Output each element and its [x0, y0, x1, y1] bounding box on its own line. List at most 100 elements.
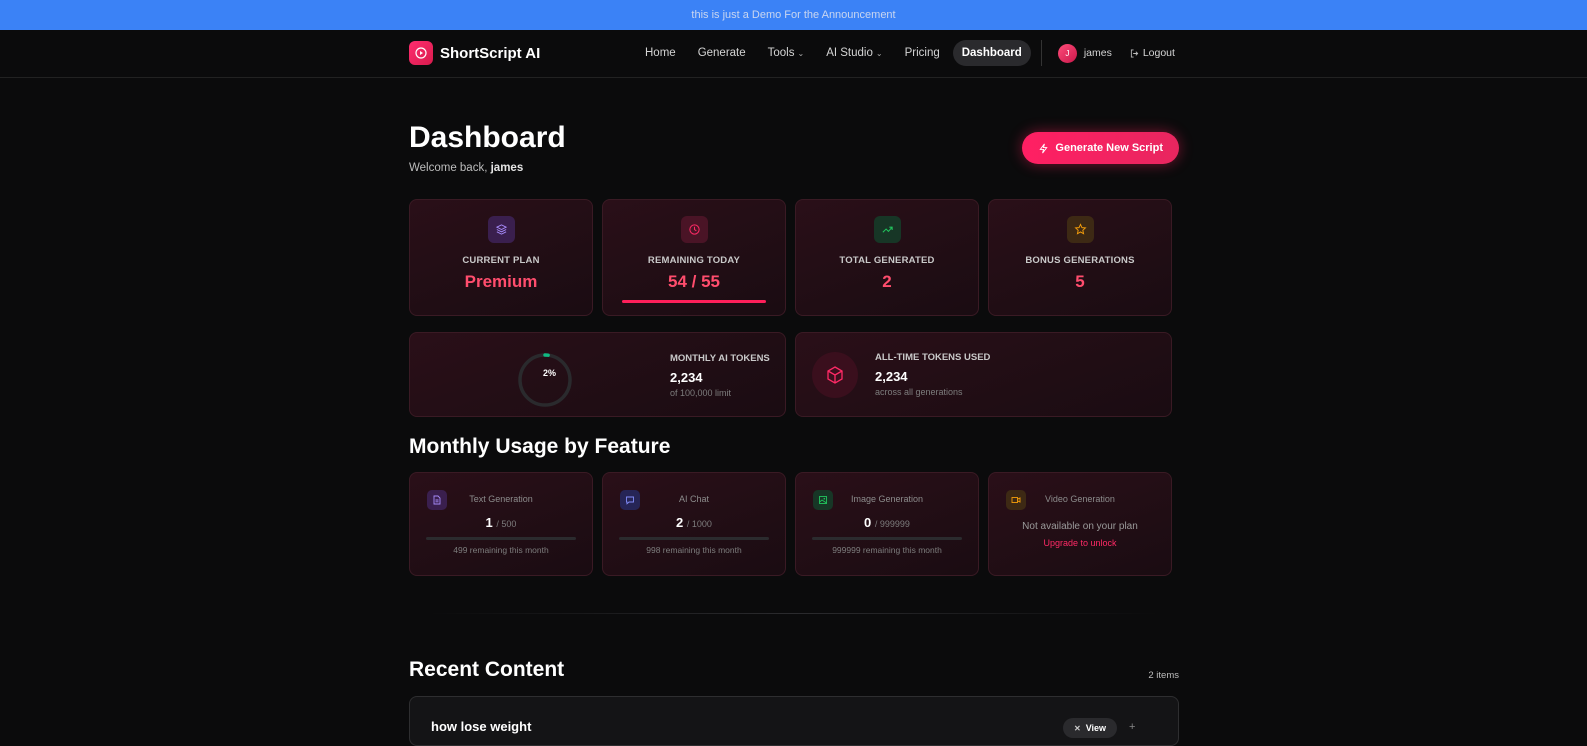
- video-icon: [1006, 490, 1026, 510]
- feature-used: 1: [485, 515, 493, 530]
- usage-heading: Monthly Usage by Feature: [409, 435, 671, 458]
- feature-limit: / 1000: [686, 519, 712, 529]
- star-icon: [1066, 216, 1094, 243]
- stat-card-current-plan: CURRENT PLAN Premium: [409, 199, 593, 316]
- chevron-down-icon: ⌄: [797, 48, 805, 58]
- feature-progress-track: [812, 537, 962, 540]
- nav-tools[interactable]: Tools ⌄: [759, 40, 814, 66]
- stat-label: REMAINING TODAY: [647, 255, 741, 266]
- section-divider: [429, 613, 1159, 614]
- monthly-tokens-label: MONTHLY AI TOKENS: [670, 353, 770, 364]
- feature-remaining: 999999 remaining this month: [832, 545, 942, 555]
- content-title: how lose weight: [431, 719, 532, 734]
- nav-links: Home Generate Tools ⌄ AI Studio ⌄ Pricing …: [636, 40, 1175, 66]
- brand[interactable]: ShortScript AI: [409, 41, 540, 65]
- feature-card-text-generation: Text Generation 1 / 500 499 remaining th…: [409, 472, 593, 576]
- list-item[interactable]: how lose weight ✕ View +: [409, 696, 1179, 746]
- stat-value: 54 / 55: [668, 272, 720, 291]
- play-logo-icon: [409, 41, 433, 65]
- document-icon: [427, 490, 447, 510]
- view-label: View: [1085, 723, 1107, 733]
- logout-button[interactable]: Logout: [1130, 47, 1175, 59]
- stat-value: 2: [882, 272, 892, 291]
- welcome-text: Welcome back, james: [409, 162, 523, 174]
- alltime-tokens-sub: across all generations: [875, 387, 963, 397]
- nav-ai-studio-label: AI Studio: [826, 47, 873, 59]
- alltime-tokens-label: ALL-TIME TOKENS USED: [875, 352, 991, 363]
- monthly-tokens-info: MONTHLY AI TOKENS 2,234 of 100,000 limit: [670, 353, 770, 398]
- recent-count: 2 items: [1148, 670, 1179, 681]
- feature-card-video-generation: Video Generation Not available on your p…: [988, 472, 1172, 576]
- feature-progress-track: [619, 537, 769, 540]
- feature-remaining: 998 remaining this month: [646, 545, 742, 555]
- lightning-icon: [1039, 143, 1049, 153]
- cube-icon: [812, 352, 858, 398]
- stat-label: TOTAL GENERATED: [839, 255, 935, 266]
- stat-label: CURRENT PLAN: [462, 255, 540, 266]
- stat-label: BONUS GENERATIONS: [1025, 255, 1135, 266]
- alltime-tokens-info: ALL-TIME TOKENS USED 2,234 across all ge…: [875, 352, 990, 397]
- trending-up-icon: [873, 216, 901, 243]
- welcome-prefix: Welcome back,: [409, 162, 488, 174]
- generate-button-label: Generate New Script: [1055, 142, 1163, 154]
- top-nav: ShortScript AI Home Generate Tools ⌄ AI S…: [0, 30, 1587, 78]
- stat-card-remaining-today: REMAINING TODAY 54 / 55: [602, 199, 786, 316]
- chat-icon: [620, 490, 640, 510]
- brand-name: ShortScript AI: [440, 44, 541, 62]
- stat-value: Premium: [464, 272, 538, 291]
- monthly-tokens-limit: of 100,000 limit: [670, 388, 732, 398]
- avatar: J: [1057, 43, 1077, 63]
- welcome-name: james: [490, 162, 524, 174]
- tokens-percent-text: 2%: [543, 368, 556, 378]
- nav-tools-label: Tools: [767, 47, 795, 59]
- page-title: Dashboard: [409, 121, 566, 154]
- feature-card-ai-chat: AI Chat 2 / 1000 998 remaining this mont…: [602, 472, 786, 576]
- user-name: james: [1083, 47, 1112, 59]
- feature-used: 2: [676, 515, 684, 530]
- feature-name: Text Generation: [469, 494, 533, 504]
- clock-icon: [680, 216, 708, 243]
- feature-name: AI Chat: [678, 494, 709, 504]
- feature-count: 2 / 1000: [676, 515, 712, 530]
- alltime-tokens-value: 2,234: [875, 369, 908, 384]
- announcement-text: this is just a Demo For the Announcement: [691, 9, 896, 21]
- logout-label: Logout: [1142, 47, 1175, 59]
- feature-count: 0 / 999999: [864, 515, 910, 530]
- feature-name: Video Generation: [1045, 494, 1115, 504]
- feature-remaining: 499 remaining this month: [453, 545, 549, 555]
- feature-limit: / 500: [496, 519, 517, 529]
- image-icon: [813, 490, 833, 510]
- tokens-progress-ring: 2%: [518, 353, 572, 407]
- view-button[interactable]: ✕ View: [1063, 718, 1118, 738]
- logout-icon: [1130, 48, 1139, 58]
- stat-card-bonus-generations: BONUS GENERATIONS 5: [988, 199, 1172, 316]
- stat-value: 5: [1075, 272, 1085, 291]
- user-menu[interactable]: J james: [1052, 43, 1112, 63]
- announcement-bar: this is just a Demo For the Announcement: [0, 0, 1587, 30]
- feature-unavailable: Not available on your plan: [1022, 521, 1138, 532]
- nav-ai-studio[interactable]: AI Studio ⌄: [817, 40, 891, 66]
- layers-icon: [487, 216, 515, 243]
- monthly-tokens-card: 2% MONTHLY AI TOKENS 2,234 of 100,000 li…: [409, 332, 786, 417]
- monthly-tokens-value: 2,234: [670, 370, 703, 385]
- nav-divider: [1040, 40, 1042, 66]
- nav-home[interactable]: Home: [636, 40, 685, 66]
- feature-name: Image Generation: [850, 494, 924, 504]
- chevron-down-icon: ⌄: [875, 48, 883, 58]
- remaining-progress-bar: [621, 300, 767, 303]
- recent-heading: Recent Content: [409, 658, 565, 681]
- feature-progress-track: [426, 537, 576, 540]
- nav-dashboard[interactable]: Dashboard: [952, 40, 1031, 66]
- more-icon[interactable]: +: [1129, 721, 1135, 733]
- feature-card-image-generation: Image Generation 0 / 999999 999999 remai…: [795, 472, 979, 576]
- eye-icon: ✕: [1074, 723, 1081, 733]
- feature-limit: / 999999: [874, 519, 910, 529]
- upgrade-link[interactable]: Upgrade to unlock: [1043, 538, 1116, 548]
- nav-pricing[interactable]: Pricing: [896, 40, 949, 66]
- generate-new-script-button[interactable]: Generate New Script: [1022, 132, 1179, 164]
- alltime-tokens-card: ALL-TIME TOKENS USED 2,234 across all ge…: [795, 332, 1172, 417]
- feature-used: 0: [864, 515, 872, 530]
- stat-card-total-generated: TOTAL GENERATED 2: [795, 199, 979, 316]
- feature-count: 1 / 500: [486, 515, 517, 530]
- nav-generate[interactable]: Generate: [689, 40, 755, 66]
